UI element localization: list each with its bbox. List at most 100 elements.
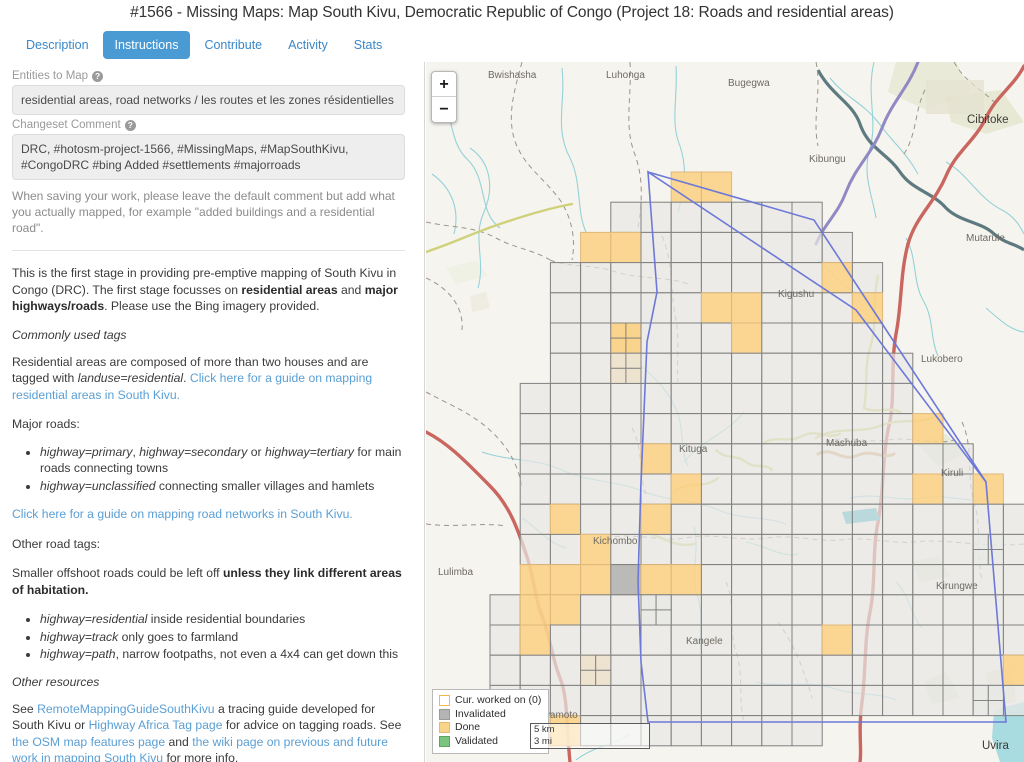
task-cell-todo[interactable]	[761, 624, 793, 656]
task-cell-todo[interactable]	[549, 684, 582, 717]
task-cell-todo[interactable]	[610, 201, 642, 233]
task-cell-split[interactable]	[625, 337, 642, 354]
task-cell-split[interactable]	[655, 609, 672, 626]
task-cell-todo[interactable]	[489, 594, 521, 626]
task-cell-todo[interactable]	[821, 413, 853, 445]
changeset-comment-value[interactable]: DRC, #hotosm-project-1566, #MissingMaps,…	[12, 134, 405, 180]
task-cell-todo[interactable]	[912, 654, 944, 686]
task-cell-todo[interactable]	[821, 684, 853, 717]
task-cell-todo[interactable]	[610, 292, 642, 324]
task-cell-todo[interactable]	[761, 594, 793, 626]
task-cell-todo[interactable]	[640, 322, 672, 354]
task-cell-done[interactable]	[519, 624, 551, 656]
task-cell-todo[interactable]	[731, 594, 763, 626]
task-cell-todo[interactable]	[731, 382, 763, 415]
task-cell-todo[interactable]	[791, 564, 823, 596]
task-cell-todo[interactable]	[761, 322, 793, 354]
task-cell-todo[interactable]	[791, 715, 823, 747]
task-cell-done[interactable]	[670, 564, 702, 596]
task-cell-todo[interactable]	[821, 231, 853, 264]
task-cell-todo[interactable]	[670, 413, 702, 445]
task-cell-todo[interactable]	[549, 322, 582, 354]
task-cell-done[interactable]	[700, 171, 733, 203]
task-cell-todo[interactable]	[882, 533, 914, 566]
task-cell-todo[interactable]	[851, 352, 884, 384]
task-cell-done[interactable]	[1002, 654, 1024, 686]
task-cell-todo[interactable]	[640, 533, 672, 566]
task-cell-todo[interactable]	[670, 322, 702, 354]
task-cell-todo[interactable]	[912, 684, 944, 717]
task-cell-split[interactable]	[610, 367, 627, 384]
task-cell-todo[interactable]	[1002, 684, 1024, 717]
task-cell-todo[interactable]	[1002, 624, 1024, 656]
task-cell-todo[interactable]	[882, 413, 914, 445]
task-cell-todo[interactable]	[670, 292, 702, 324]
task-cell-todo[interactable]	[791, 413, 823, 445]
task-cell-todo[interactable]	[791, 382, 823, 415]
task-cell-todo[interactable]	[700, 533, 733, 566]
task-cell-done[interactable]	[640, 443, 672, 475]
task-cell-todo[interactable]	[549, 382, 582, 415]
task-cell-todo[interactable]	[580, 624, 612, 656]
task-cell-todo[interactable]	[1002, 503, 1024, 535]
task-cell-todo[interactable]	[670, 201, 702, 233]
task-cell-todo[interactable]	[580, 382, 612, 415]
task-cell-todo[interactable]	[791, 594, 823, 626]
task-cell-todo[interactable]	[549, 292, 582, 324]
task-cell-done[interactable]	[821, 624, 853, 656]
task-cell-todo[interactable]	[821, 443, 853, 475]
task-cell-todo[interactable]	[791, 231, 823, 264]
task-cell-todo[interactable]	[610, 413, 642, 445]
task-cell-todo[interactable]	[640, 231, 672, 264]
task-cell-todo[interactable]	[942, 473, 974, 505]
task-cell-todo[interactable]	[942, 684, 974, 717]
task-cell-done[interactable]	[549, 503, 582, 535]
task-cell-todo[interactable]	[761, 564, 793, 596]
task-cell-todo[interactable]	[912, 443, 944, 475]
task-cell-todo[interactable]	[700, 231, 733, 264]
task-cell-todo[interactable]	[640, 201, 672, 233]
task-cell-todo[interactable]	[942, 564, 974, 596]
task-cell-todo[interactable]	[670, 594, 702, 626]
entities-help-icon[interactable]: ?	[92, 70, 104, 82]
task-cell-todo[interactable]	[700, 654, 733, 686]
task-cell-todo[interactable]	[549, 262, 582, 294]
task-cell-todo[interactable]	[700, 413, 733, 445]
task-cell-split[interactable]	[595, 669, 612, 686]
task-cell-todo[interactable]	[580, 503, 612, 535]
task-cell-todo[interactable]	[882, 564, 914, 596]
task-cell-done[interactable]	[549, 564, 582, 596]
tab-stats[interactable]: Stats	[342, 31, 395, 59]
task-cell-done[interactable]	[912, 473, 944, 505]
remote-mapping-guide-link[interactable]: RemoteMappingGuideSouthKivu	[37, 702, 215, 716]
task-cell-todo[interactable]	[761, 382, 793, 415]
task-cell-todo[interactable]	[549, 443, 582, 475]
task-cell-todo[interactable]	[549, 413, 582, 445]
task-cell-todo[interactable]	[851, 624, 884, 656]
task-cell-done[interactable]	[670, 473, 702, 505]
task-cell-split[interactable]	[972, 700, 989, 717]
task-cell-todo[interactable]	[700, 503, 733, 535]
task-cell-split[interactable]	[972, 684, 989, 701]
task-cell-todo[interactable]	[580, 292, 612, 324]
task-cell-done[interactable]	[731, 322, 763, 354]
task-cell-todo[interactable]	[882, 684, 914, 717]
task-cell-todo[interactable]	[791, 292, 823, 324]
task-cell-todo[interactable]	[731, 473, 763, 505]
task-cell-todo[interactable]	[640, 624, 672, 656]
road-networks-guide-link[interactable]: Click here for a guide on mapping road n…	[12, 507, 353, 521]
task-cell-todo[interactable]	[851, 533, 884, 566]
task-cell-todo[interactable]	[791, 684, 823, 717]
task-cell-todo[interactable]	[519, 654, 551, 686]
task-cell-todo[interactable]	[700, 382, 733, 415]
task-cell-todo[interactable]	[851, 262, 884, 294]
task-cell-todo[interactable]	[700, 684, 733, 717]
task-cell-todo[interactable]	[821, 352, 853, 384]
task-cell-todo[interactable]	[912, 564, 944, 596]
task-cell-done[interactable]	[731, 292, 763, 324]
task-cell-todo[interactable]	[519, 473, 551, 505]
task-cell-split[interactable]	[580, 669, 597, 686]
task-cell-todo[interactable]	[1002, 564, 1024, 596]
task-cell-todo[interactable]	[851, 654, 884, 686]
task-cell-todo[interactable]	[640, 413, 672, 445]
